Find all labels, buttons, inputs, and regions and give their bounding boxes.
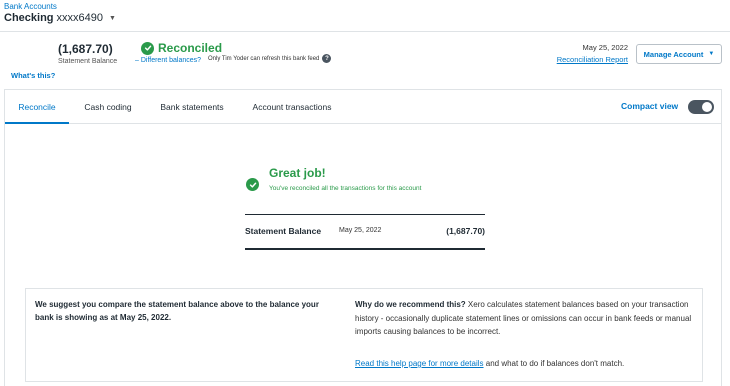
suggestion-box: We suggest you compare the statement bal…: [25, 288, 703, 382]
reconcile-summary: (1,687.70) Statement Balance What's this…: [0, 33, 730, 89]
account-selector[interactable]: Checking xxxx6490 ▼: [4, 12, 116, 24]
statement-balance-label: Statement Balance: [245, 226, 322, 236]
account-name: Checking: [4, 12, 54, 24]
tab-account-transactions[interactable]: Account transactions: [245, 90, 339, 124]
tab-bank-statements[interactable]: Bank statements: [153, 90, 231, 124]
tab-cash-coding[interactable]: Cash coding: [77, 90, 139, 124]
manage-account-button[interactable]: Manage Account ▼: [636, 44, 722, 64]
help-suffix: and what to do if balances don't match.: [483, 359, 625, 368]
breadcrumb-bank-accounts[interactable]: Bank Accounts: [4, 2, 57, 11]
check-circle-icon: [141, 41, 154, 55]
suggestion-text: We suggest you compare the statement bal…: [35, 300, 319, 322]
reconciled-label: Reconciled: [158, 41, 223, 55]
compact-view-label: Compact view: [621, 101, 679, 111]
whats-this-link[interactable]: What's this?: [11, 71, 55, 80]
compact-view-toggle[interactable]: [688, 100, 714, 114]
manage-account-label: Manage Account: [643, 49, 704, 59]
account-number: xxxx6490: [56, 12, 103, 24]
why-recommend-title: Why do we recommend this?: [355, 300, 466, 309]
different-balances-link[interactable]: – Different balances?: [135, 57, 201, 64]
great-job-title: Great job!: [269, 166, 326, 180]
refresh-note-text: Only Tim Yoder can refresh this bank fee…: [208, 55, 320, 62]
page-header: Bank Accounts Checking xxxx6490 ▼: [0, 0, 730, 32]
check-circle-icon: [246, 178, 259, 191]
statement-balance-row: Statement Balance May 25, 2022 (1,687.70…: [245, 214, 485, 250]
help-icon[interactable]: ?: [322, 54, 332, 63]
tab-bar: Reconcile Cash coding Bank statements Ac…: [4, 89, 722, 124]
statement-balance-amount: (1,687.70): [446, 226, 485, 236]
reconcile-panel: Great job! You've reconciled all the tra…: [4, 124, 722, 386]
statement-balance-label: Statement Balance: [58, 58, 118, 65]
tab-reconcile[interactable]: Reconcile: [5, 90, 69, 124]
reconciled-status: Reconciled: [141, 41, 222, 55]
chevron-down-icon: ▼: [708, 51, 715, 57]
why-recommend: Why do we recommend this? Xero calculate…: [355, 298, 695, 339]
statement-balance-amount: (1,687.70): [58, 42, 113, 56]
great-job-subtitle: You've reconciled all the transactions f…: [269, 185, 422, 192]
refresh-note: Only Tim Yoder can refresh this bank fee…: [208, 54, 332, 63]
reconciliation-report-link[interactable]: Reconciliation Report: [540, 55, 628, 64]
statement-date: May 25, 2022: [339, 227, 382, 234]
help-page-link[interactable]: Read this help page for more details: [355, 359, 484, 368]
toggle-knob: [702, 102, 712, 112]
report-date: May 25, 2022: [582, 43, 628, 52]
help-line: Read this help page for more details and…: [355, 359, 624, 368]
chevron-down-icon: ▼: [109, 14, 116, 22]
